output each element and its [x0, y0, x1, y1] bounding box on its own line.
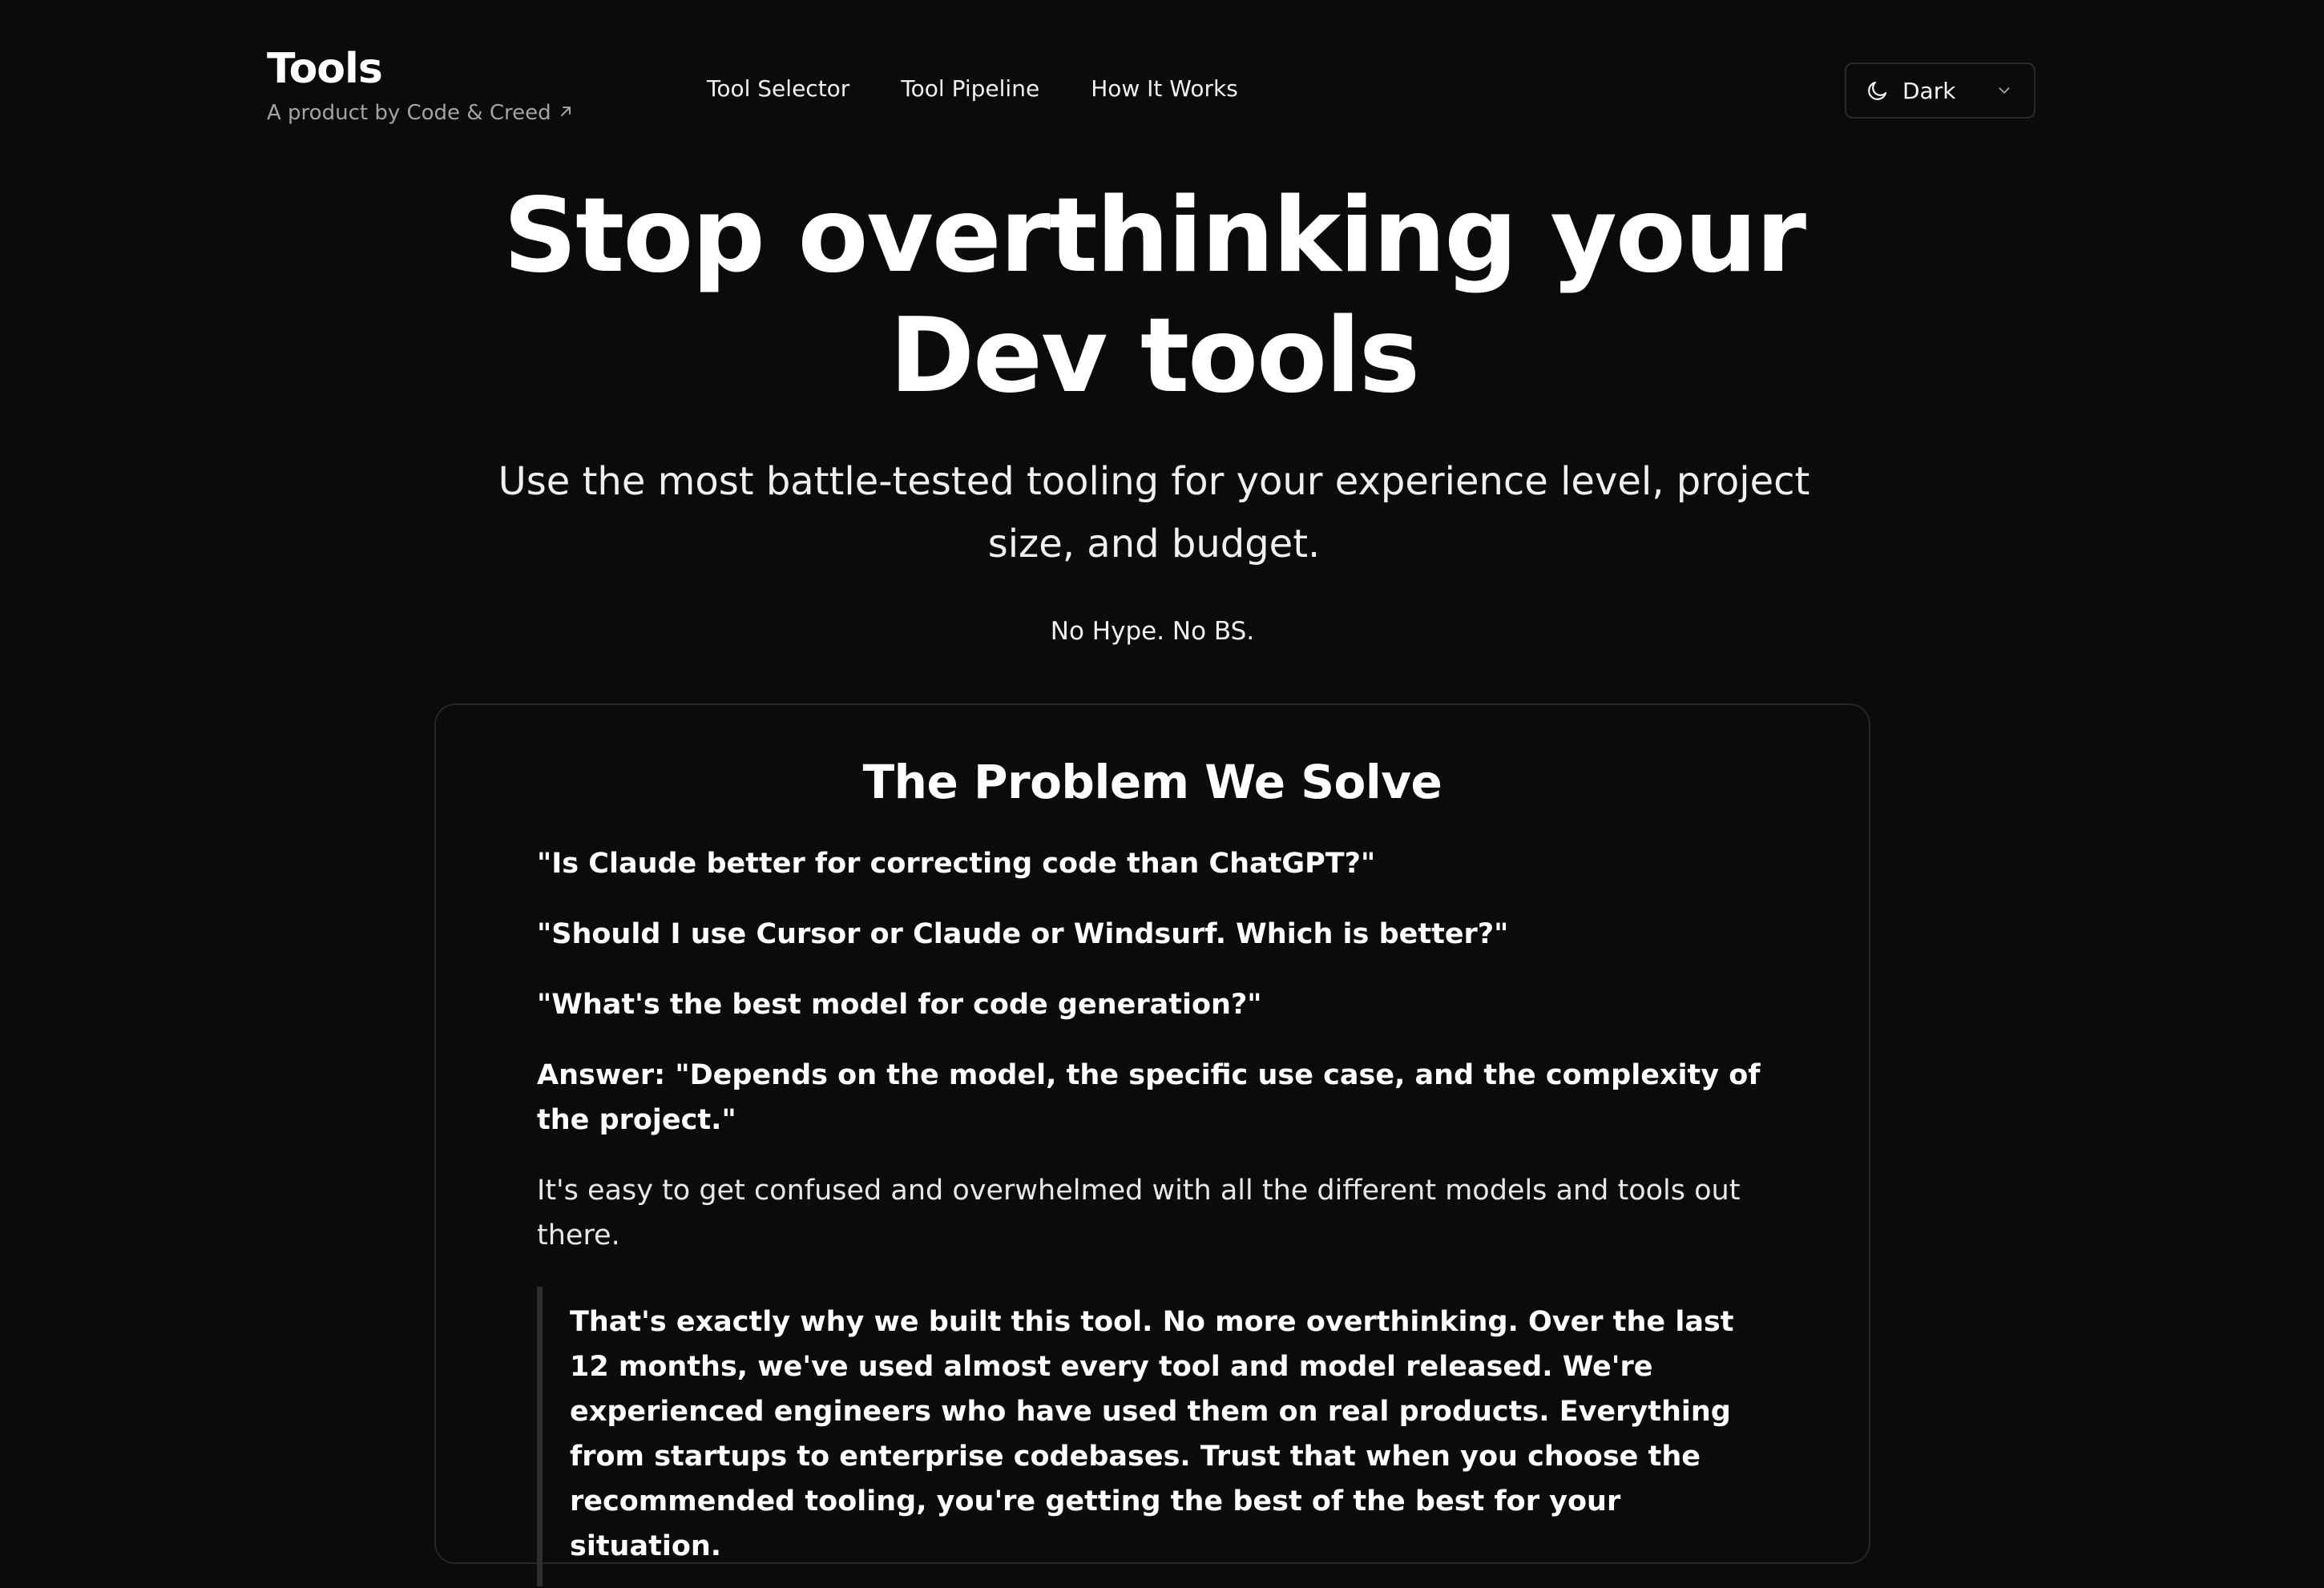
brand-subtitle-link[interactable]: A product by Code & Creed	[267, 101, 574, 125]
problem-body: "Is Claude better for correcting code th…	[537, 841, 1787, 1586]
mission-quote: That's exactly why we built this tool. N…	[537, 1287, 1740, 1586]
brand-subtitle[interactable]: A product by Code & Creed	[267, 101, 551, 125]
hero-subtitle: Use the most battle-tested tooling for y…	[498, 459, 1810, 566]
hero-title-line-2: Dev tools	[889, 296, 1420, 416]
nav-item-tool-selector[interactable]: Tool Selector	[707, 75, 849, 102]
tagline: No Hype. No BS.	[1050, 617, 1255, 646]
chevron-down-icon	[1994, 80, 2015, 101]
site-header: Tools A product by Code & Creed Tool Sel…	[0, 0, 2324, 152]
theme-select-value: Dark	[1902, 77, 1956, 104]
brand[interactable]: Tools A product by Code & Creed	[267, 48, 574, 125]
problem-card: The Problem We Solve "Is Claude better f…	[434, 703, 1870, 1586]
moon-icon	[1866, 79, 1890, 103]
hero-title-line-1: Stop overthinking your	[502, 176, 1806, 296]
answer-text: Answer: "Depends on the model, the speci…	[537, 1059, 1761, 1136]
problem-title: The Problem We Solve	[862, 755, 1442, 809]
nav-item-how-it-works[interactable]: How It Works	[1091, 75, 1238, 102]
question-1: "Is Claude better for correcting code th…	[537, 848, 1376, 880]
nav-item-tool-pipeline[interactable]: Tool Pipeline	[901, 75, 1039, 102]
theme-select[interactable]: Dark	[1845, 62, 2036, 119]
confusion-text: It's easy to get confused and overwhelme…	[537, 1175, 1741, 1251]
main-nav: Tool Selector Tool Pipeline How It Works	[707, 75, 1238, 102]
question-3: "What's the best model for code generati…	[537, 989, 1262, 1021]
question-2: "Should I use Cursor or Claude or Windsu…	[537, 918, 1509, 950]
arrow-up-right-icon	[558, 102, 574, 124]
hero-title: Stop overthinking your Dev tools	[0, 176, 2308, 417]
brand-title[interactable]: Tools	[267, 48, 574, 90]
